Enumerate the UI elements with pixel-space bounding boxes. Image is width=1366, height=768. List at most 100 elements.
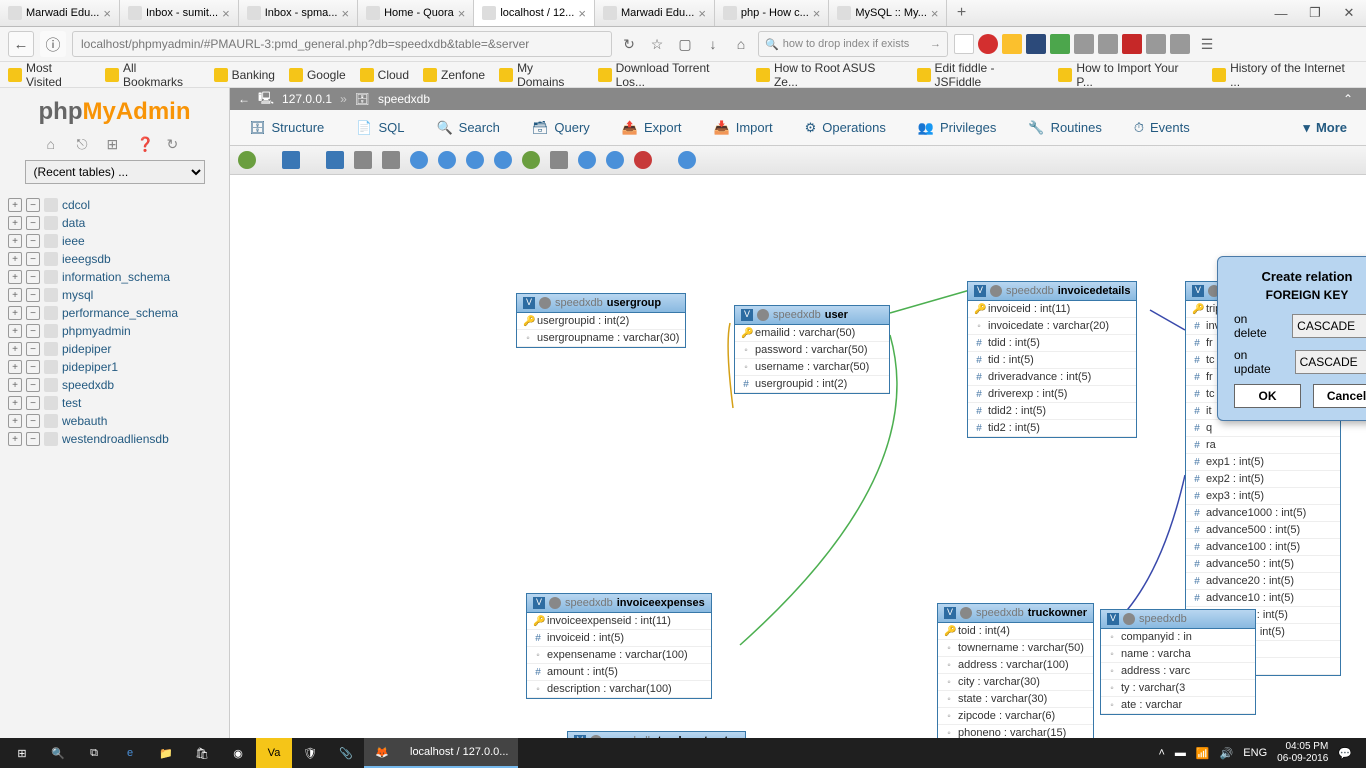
tb-btn[interactable] — [326, 151, 344, 169]
wifi-icon[interactable]: 📶 — [1196, 747, 1210, 760]
bookmark-item[interactable]: Download Torrent Los... — [598, 61, 742, 89]
expand-icon[interactable]: + — [8, 342, 22, 356]
downloads-icon[interactable]: ↓ — [702, 33, 724, 55]
battery-icon[interactable]: ▬ — [1175, 747, 1186, 759]
tb-btn[interactable] — [578, 151, 596, 169]
close-tab-icon[interactable]: × — [931, 6, 939, 21]
recent-tables-select[interactable]: (Recent tables) ... — [25, 160, 205, 184]
main-tab-structure[interactable]: 🗄Structure — [234, 113, 339, 143]
expand-icon[interactable]: − — [26, 342, 40, 356]
bookmark-item[interactable]: Zenfone — [423, 68, 485, 82]
expand-icon[interactable]: + — [8, 360, 22, 374]
reload-button[interactable]: ↻ — [618, 33, 640, 55]
column-row[interactable]: #advance100 : int(5) — [1186, 539, 1340, 556]
active-window[interactable]: localhost / 127.0.0... — [400, 738, 518, 768]
table-header[interactable]: Vspeedxdb invoiceexpenses — [527, 594, 711, 613]
browser-tab[interactable]: Inbox - spma...× — [239, 0, 358, 26]
database-item[interactable]: +−test — [8, 394, 221, 412]
column-row[interactable]: ◦address : varchar(100) — [938, 657, 1093, 674]
ext-icon[interactable] — [1074, 34, 1094, 54]
close-tab-icon[interactable]: × — [103, 6, 111, 21]
edge-icon[interactable]: e — [112, 738, 148, 768]
column-row[interactable]: #advance50 : int(5) — [1186, 556, 1340, 573]
ext-icon[interactable] — [1098, 34, 1118, 54]
main-tab-operations[interactable]: ⚙Operations — [790, 113, 901, 143]
main-tab-privileges[interactable]: 👥Privileges — [903, 113, 1012, 143]
store-icon[interactable]: 🛍 — [184, 738, 220, 768]
main-tab-export[interactable]: 📤Export — [607, 113, 697, 143]
close-tab-icon[interactable]: × — [222, 6, 230, 21]
expand-icon[interactable]: − — [26, 306, 40, 320]
column-row[interactable]: #tid : int(5) — [968, 352, 1136, 369]
ext-icon[interactable] — [1050, 34, 1070, 54]
close-tab-icon[interactable]: × — [578, 6, 586, 21]
database-item[interactable]: +−westendroadliensdb — [8, 430, 221, 448]
search-input[interactable]: 🔍 how to drop index if exists → — [758, 31, 948, 57]
column-row[interactable]: ◦townername : varchar(50) — [938, 640, 1093, 657]
database-item[interactable]: +−data — [8, 214, 221, 232]
expand-icon[interactable]: + — [8, 198, 22, 212]
close-button[interactable]: ✕ — [1332, 0, 1366, 26]
database-item[interactable]: +−pidepiper — [8, 340, 221, 358]
view-icon[interactable]: V — [1107, 613, 1119, 625]
docs-icon[interactable]: ❓ — [137, 136, 153, 152]
home-icon[interactable]: ⌂ — [730, 33, 752, 55]
gear-icon[interactable] — [549, 597, 561, 609]
clock[interactable]: 04:05 PM 06-09-2016 — [1277, 741, 1328, 765]
explorer-icon[interactable]: 📁 — [148, 738, 184, 768]
language-indicator[interactable]: ENG — [1243, 747, 1267, 759]
expand-icon[interactable]: + — [8, 288, 22, 302]
table-truckcontractor[interactable]: Vspeedxdb truckcontractor🔑companyid : in… — [567, 731, 746, 738]
view-icon[interactable]: V — [944, 607, 956, 619]
browser-tab[interactable]: php - How c...× — [715, 0, 829, 26]
database-item[interactable]: +−performance_schema — [8, 304, 221, 322]
column-row[interactable]: ◦description : varchar(100) — [527, 681, 711, 698]
steam-icon[interactable]: ◉ — [220, 738, 256, 768]
expand-icon[interactable]: − — [26, 414, 40, 428]
bookmark-item[interactable]: Edit fiddle - JSFiddle — [917, 61, 1045, 89]
ext-icon[interactable] — [1170, 34, 1190, 54]
main-tab-more[interactable]: ▾More — [1288, 113, 1362, 143]
tb-btn[interactable] — [382, 151, 400, 169]
column-row[interactable]: #ra — [1186, 437, 1340, 454]
expand-icon[interactable]: − — [26, 324, 40, 338]
on-update-select[interactable]: CASCADE — [1295, 350, 1366, 374]
ext-icon[interactable] — [1122, 34, 1142, 54]
table-usergroup[interactable]: Vspeedxdb usergroup🔑usergroupid : int(2)… — [516, 293, 686, 348]
app-icon[interactable]: 🛡 — [292, 738, 328, 768]
database-item[interactable]: +−speedxdb — [8, 376, 221, 394]
view-icon[interactable]: V — [741, 309, 753, 321]
column-row[interactable]: ◦ate : varchar — [1101, 697, 1255, 714]
db-link[interactable]: speedxdb — [378, 92, 430, 106]
database-item[interactable]: +−cdcol — [8, 196, 221, 214]
close-tab-icon[interactable]: × — [813, 6, 821, 21]
expand-icon[interactable]: + — [8, 234, 22, 248]
expand-icon[interactable]: + — [8, 396, 22, 410]
pocket-icon[interactable]: ▢ — [674, 33, 696, 55]
tb-btn[interactable] — [410, 151, 428, 169]
server-link[interactable]: 127.0.0.1 — [282, 92, 332, 106]
task-view-button[interactable]: ⧉ — [76, 738, 112, 768]
main-tab-import[interactable]: 📥Import — [699, 113, 788, 143]
ext-icon[interactable] — [954, 34, 974, 54]
expand-icon[interactable]: + — [8, 216, 22, 230]
table-header[interactable]: Vspeedxdb truckowner — [938, 604, 1093, 623]
back-button[interactable]: ← — [8, 31, 34, 57]
column-row[interactable]: ◦address : varc — [1101, 663, 1255, 680]
notifications-icon[interactable]: 💬 — [1338, 747, 1352, 760]
column-row[interactable]: 🔑emailid : varchar(50) — [735, 325, 889, 342]
bookmark-item[interactable]: History of the Internet ... — [1212, 61, 1358, 89]
expand-icon[interactable]: + — [8, 306, 22, 320]
gear-icon[interactable] — [960, 607, 972, 619]
database-item[interactable]: +−pidepiper1 — [8, 358, 221, 376]
column-row[interactable]: #exp3 : int(5) — [1186, 488, 1340, 505]
query-icon[interactable]: ⊞ — [107, 136, 123, 152]
gear-icon[interactable] — [539, 297, 551, 309]
expand-icon[interactable]: + — [8, 432, 22, 446]
expand-icon[interactable]: + — [8, 252, 22, 266]
column-row[interactable]: #invoiceid : int(5) — [527, 630, 711, 647]
table-invoiceexpenses[interactable]: Vspeedxdb invoiceexpenses🔑invoiceexpense… — [526, 593, 712, 699]
close-tab-icon[interactable]: × — [458, 6, 466, 21]
tb-btn[interactable] — [634, 151, 652, 169]
expand-icon[interactable]: + — [8, 414, 22, 428]
